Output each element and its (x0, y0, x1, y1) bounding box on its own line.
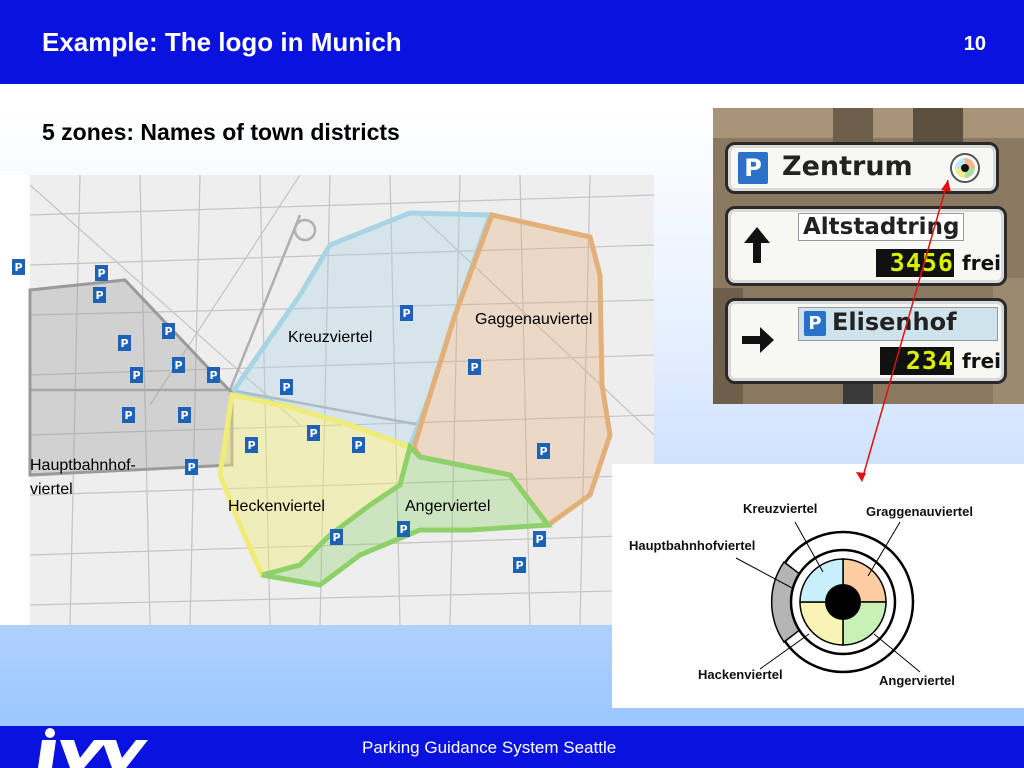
up-arrow-icon (744, 227, 770, 263)
footer-text: Parking Guidance System Seattle (362, 738, 617, 757)
district-map: P Kreuzviertel Gaggenauviertel Hauptbahn… (0, 175, 654, 625)
sign-elisenhof-status: frei (962, 349, 1001, 373)
sign-altstadtring-status: frei (962, 251, 1001, 275)
district-logo-graphic (735, 521, 921, 674)
right-arrow-icon (742, 327, 774, 353)
sign-elisenhof: P Elisenhof 234 frei (725, 298, 1007, 384)
diagram-label-hackenviertel: Hackenviertel (698, 667, 783, 682)
ivv-logo (38, 728, 148, 768)
map-label-kreuzviertel: Kreuzviertel (288, 329, 373, 346)
slide-title: Example: The logo in Munich (42, 27, 402, 57)
slide-number: 10 (963, 33, 986, 55)
sign-altstadtring: Altstadtring 3456 frei (725, 206, 1007, 286)
sign-altstadtring-text: Altstadtring (798, 213, 965, 241)
map-label-hauptbahnhof-line2: viertel (30, 481, 73, 498)
district-logo-diagram: Kreuzviertel Graggenauviertel Hauptbahnh… (612, 464, 1024, 708)
diagram-label-angerviertel: Angerviertel (879, 673, 955, 688)
map-label-hauptbahnhof-line1: Hauptbahnhof- (30, 457, 136, 474)
slide-footer: Parking Guidance System Seattle (0, 726, 1024, 768)
map-label-angerviertel: Angerviertel (405, 498, 491, 515)
parking-badge: P (738, 152, 768, 184)
slide-subtitle: 5 zones: Names of town districts (42, 119, 400, 145)
district-logo-icon (950, 153, 980, 183)
diagram-label-kreuzviertel: Kreuzviertel (743, 501, 818, 516)
slide-header: Example: The logo in Munich 10 (0, 0, 1024, 84)
map-label-gaggenauviertel: Gaggenauviertel (475, 311, 593, 328)
sign-elisenhof-text: Elisenhof (832, 308, 957, 336)
guidance-sign-photo: P Zentrum Altstadtring 3456 frei P Elise… (713, 108, 1024, 404)
parking-badge: P (804, 311, 826, 336)
sign-zentrum: P Zentrum (725, 142, 999, 194)
sign-altstadtring-count: 3456 (876, 249, 954, 277)
map-label-heckenviertel: Heckenviertel (228, 498, 325, 515)
diagram-label-graggenauviertel: Graggenauviertel (866, 504, 973, 519)
sign-elisenhof-count: 234 (880, 347, 954, 375)
diagram-label-hauptbahnhofviertel: Hauptbahnhofviertel (629, 538, 756, 553)
sign-zentrum-text: Zentrum (782, 151, 913, 182)
parking-icon-layer: P (12, 259, 550, 573)
